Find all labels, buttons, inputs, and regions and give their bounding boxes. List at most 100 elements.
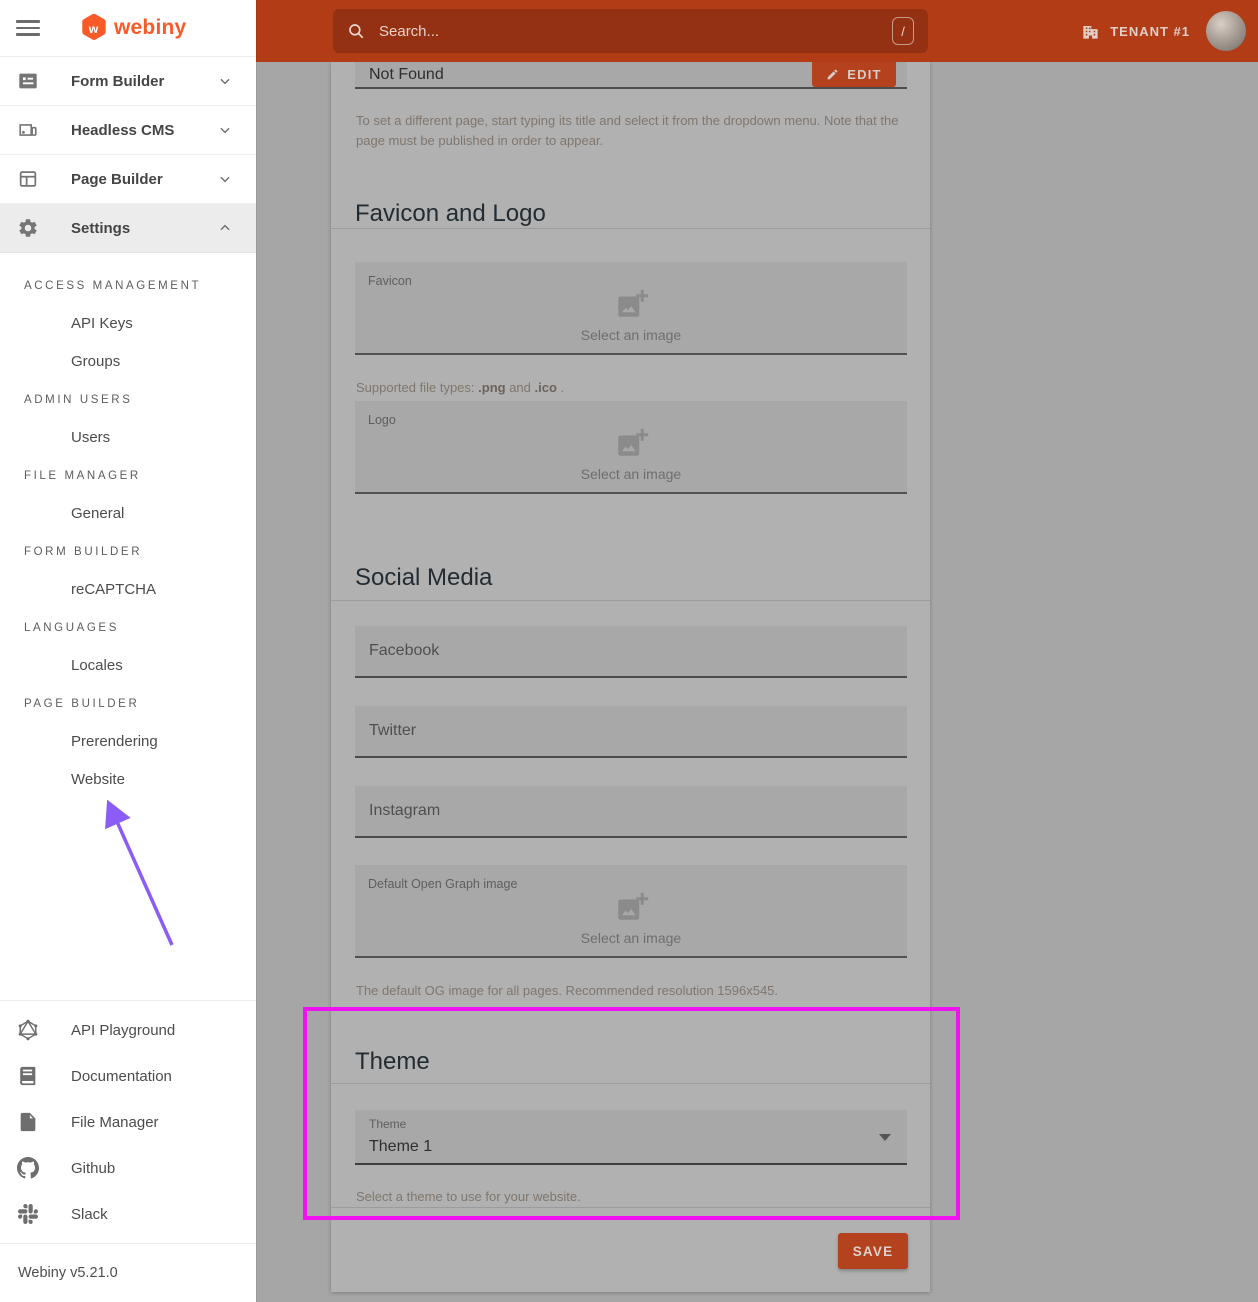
menu-toggle-icon[interactable] bbox=[16, 16, 40, 40]
submenu-item-recaptcha[interactable]: reCAPTCHA bbox=[0, 580, 256, 599]
sidebar-item-label: Settings bbox=[71, 220, 218, 237]
social-media-title: Social Media bbox=[355, 564, 492, 592]
edit-button[interactable]: EDIT bbox=[812, 62, 896, 87]
submenu-item-prerendering[interactable]: Prerendering bbox=[0, 732, 256, 751]
instagram-field-label: Instagram bbox=[369, 802, 440, 820]
submenu-section-file-manager: FILE MANAGER bbox=[0, 466, 256, 485]
shortcut-hint: / bbox=[892, 17, 914, 45]
tenant-label: TENANT #1 bbox=[1110, 24, 1190, 39]
not-found-helper-text: To set a different page, start typing it… bbox=[356, 111, 901, 151]
instagram-field[interactable]: Instagram bbox=[355, 786, 907, 838]
submenu-section-access-management: ACCESS MANAGEMENT bbox=[0, 276, 256, 295]
facebook-field[interactable]: Facebook bbox=[355, 626, 907, 678]
twitter-field-label: Twitter bbox=[369, 722, 416, 740]
sidebar-item-slack[interactable]: Slack bbox=[0, 1191, 256, 1237]
theme-select-label: Theme bbox=[369, 1117, 406, 1131]
favicon-helper-text: Supported file types: .png and .ico . bbox=[356, 378, 901, 398]
submenu-section-languages: LANGUAGES bbox=[0, 618, 256, 637]
sidebar-item-label: Headless CMS bbox=[71, 122, 218, 139]
page-builder-icon bbox=[16, 168, 40, 190]
twitter-field[interactable]: Twitter bbox=[355, 706, 907, 758]
form-builder-icon bbox=[16, 70, 40, 92]
sidebar-bottom: API Playground Documentation bbox=[0, 1000, 256, 1302]
logo-upload-field[interactable]: Logo Select an image bbox=[355, 401, 907, 494]
sidebar-nav: Form Builder Headless CMS bbox=[0, 57, 256, 253]
select-image-label: Select an image bbox=[355, 466, 907, 482]
slack-icon bbox=[16, 1204, 40, 1224]
submenu-section-page-builder: PAGE BUILDER bbox=[0, 694, 256, 713]
sidebar-item-headless-cms[interactable]: Headless CMS bbox=[0, 106, 256, 155]
chevron-down-icon bbox=[218, 172, 232, 186]
sidebar-item-label: Github bbox=[71, 1160, 115, 1177]
main-content: Not Found EDIT To set a different page, … bbox=[256, 62, 1258, 1302]
page: Search... / TENANT #1 w webiny bbox=[0, 0, 1258, 1302]
submenu-item-general[interactable]: General bbox=[0, 504, 256, 523]
sidebar-item-label: File Manager bbox=[71, 1114, 159, 1131]
favicon-upload-field[interactable]: Favicon Select an image bbox=[355, 262, 907, 355]
sidebar-item-form-builder[interactable]: Form Builder bbox=[0, 57, 256, 106]
submenu-item-locales[interactable]: Locales bbox=[0, 656, 256, 675]
webiny-logo-text: webiny bbox=[114, 16, 186, 40]
section-divider bbox=[331, 1207, 930, 1208]
avatar[interactable] bbox=[1206, 11, 1246, 51]
sidebar-header: w webiny bbox=[0, 0, 256, 57]
github-icon bbox=[16, 1157, 40, 1179]
edit-button-label: EDIT bbox=[847, 67, 881, 82]
image-add-icon bbox=[613, 889, 649, 930]
chevron-up-icon bbox=[218, 221, 232, 235]
pencil-icon bbox=[826, 68, 839, 81]
topbar: Search... / TENANT #1 bbox=[256, 0, 1258, 62]
og-image-upload-field[interactable]: Default Open Graph image Select an image bbox=[355, 865, 907, 958]
sidebar: w webiny Form Builder bbox=[0, 0, 256, 1302]
headless-cms-icon bbox=[16, 119, 40, 141]
section-divider bbox=[331, 1083, 930, 1084]
chevron-down-icon bbox=[879, 1134, 891, 1141]
og-image-field-label: Default Open Graph image bbox=[368, 877, 517, 891]
theme-helper-text: Select a theme to use for your website. bbox=[356, 1187, 901, 1207]
tenant-selector[interactable]: TENANT #1 bbox=[1081, 0, 1246, 62]
facebook-field-label: Facebook bbox=[369, 642, 439, 660]
submenu-section-admin-users: ADMIN USERS bbox=[0, 390, 256, 409]
webiny-logo[interactable]: w webiny bbox=[80, 13, 186, 43]
sidebar-item-page-builder[interactable]: Page Builder bbox=[0, 155, 256, 204]
sidebar-item-label: API Playground bbox=[71, 1022, 175, 1039]
submenu-section-form-builder: FORM BUILDER bbox=[0, 542, 256, 561]
sidebar-item-github[interactable]: Github bbox=[0, 1145, 256, 1191]
search-placeholder: Search... bbox=[379, 23, 892, 40]
book-icon bbox=[16, 1065, 40, 1087]
section-divider bbox=[331, 228, 930, 229]
submenu-item-groups[interactable]: Groups bbox=[0, 352, 256, 371]
select-image-label: Select an image bbox=[355, 930, 907, 946]
graphql-icon bbox=[16, 1019, 40, 1041]
favicon-logo-title: Favicon and Logo bbox=[355, 200, 546, 228]
save-button[interactable]: SAVE bbox=[838, 1233, 908, 1269]
website-settings-card: Not Found EDIT To set a different page, … bbox=[331, 62, 930, 1292]
sidebar-item-documentation[interactable]: Documentation bbox=[0, 1053, 256, 1099]
theme-select-value: Theme 1 bbox=[369, 1138, 432, 1156]
submenu-item-website[interactable]: Website bbox=[0, 770, 256, 789]
sidebar-item-api-playground[interactable]: API Playground bbox=[0, 1007, 256, 1053]
submenu-item-api-keys[interactable]: API Keys bbox=[0, 314, 256, 333]
app-version: Webiny v5.21.0 bbox=[0, 1243, 256, 1302]
chevron-down-icon bbox=[218, 74, 232, 88]
logo-field-label: Logo bbox=[368, 413, 396, 427]
gear-icon bbox=[16, 217, 40, 239]
theme-select[interactable]: Theme Theme 1 bbox=[355, 1110, 907, 1165]
sidebar-item-settings[interactable]: Settings bbox=[0, 204, 256, 253]
og-helper-text: The default OG image for all pages. Reco… bbox=[356, 981, 901, 1001]
select-image-label: Select an image bbox=[355, 327, 907, 343]
building-icon bbox=[1081, 22, 1100, 41]
sidebar-item-file-manager[interactable]: File Manager bbox=[0, 1099, 256, 1145]
favicon-field-label: Favicon bbox=[368, 274, 412, 288]
sidebar-item-label: Slack bbox=[71, 1206, 108, 1223]
image-add-icon bbox=[613, 286, 649, 327]
submenu-item-users[interactable]: Users bbox=[0, 428, 256, 447]
webiny-logo-mark: w bbox=[80, 13, 107, 43]
svg-text:w: w bbox=[88, 22, 99, 36]
image-add-icon bbox=[613, 425, 649, 466]
sidebar-item-label: Documentation bbox=[71, 1068, 172, 1085]
theme-title: Theme bbox=[355, 1048, 430, 1076]
chevron-down-icon bbox=[218, 123, 232, 137]
search-input[interactable]: Search... / bbox=[333, 9, 928, 53]
not-found-page-value: Not Found bbox=[369, 66, 444, 84]
